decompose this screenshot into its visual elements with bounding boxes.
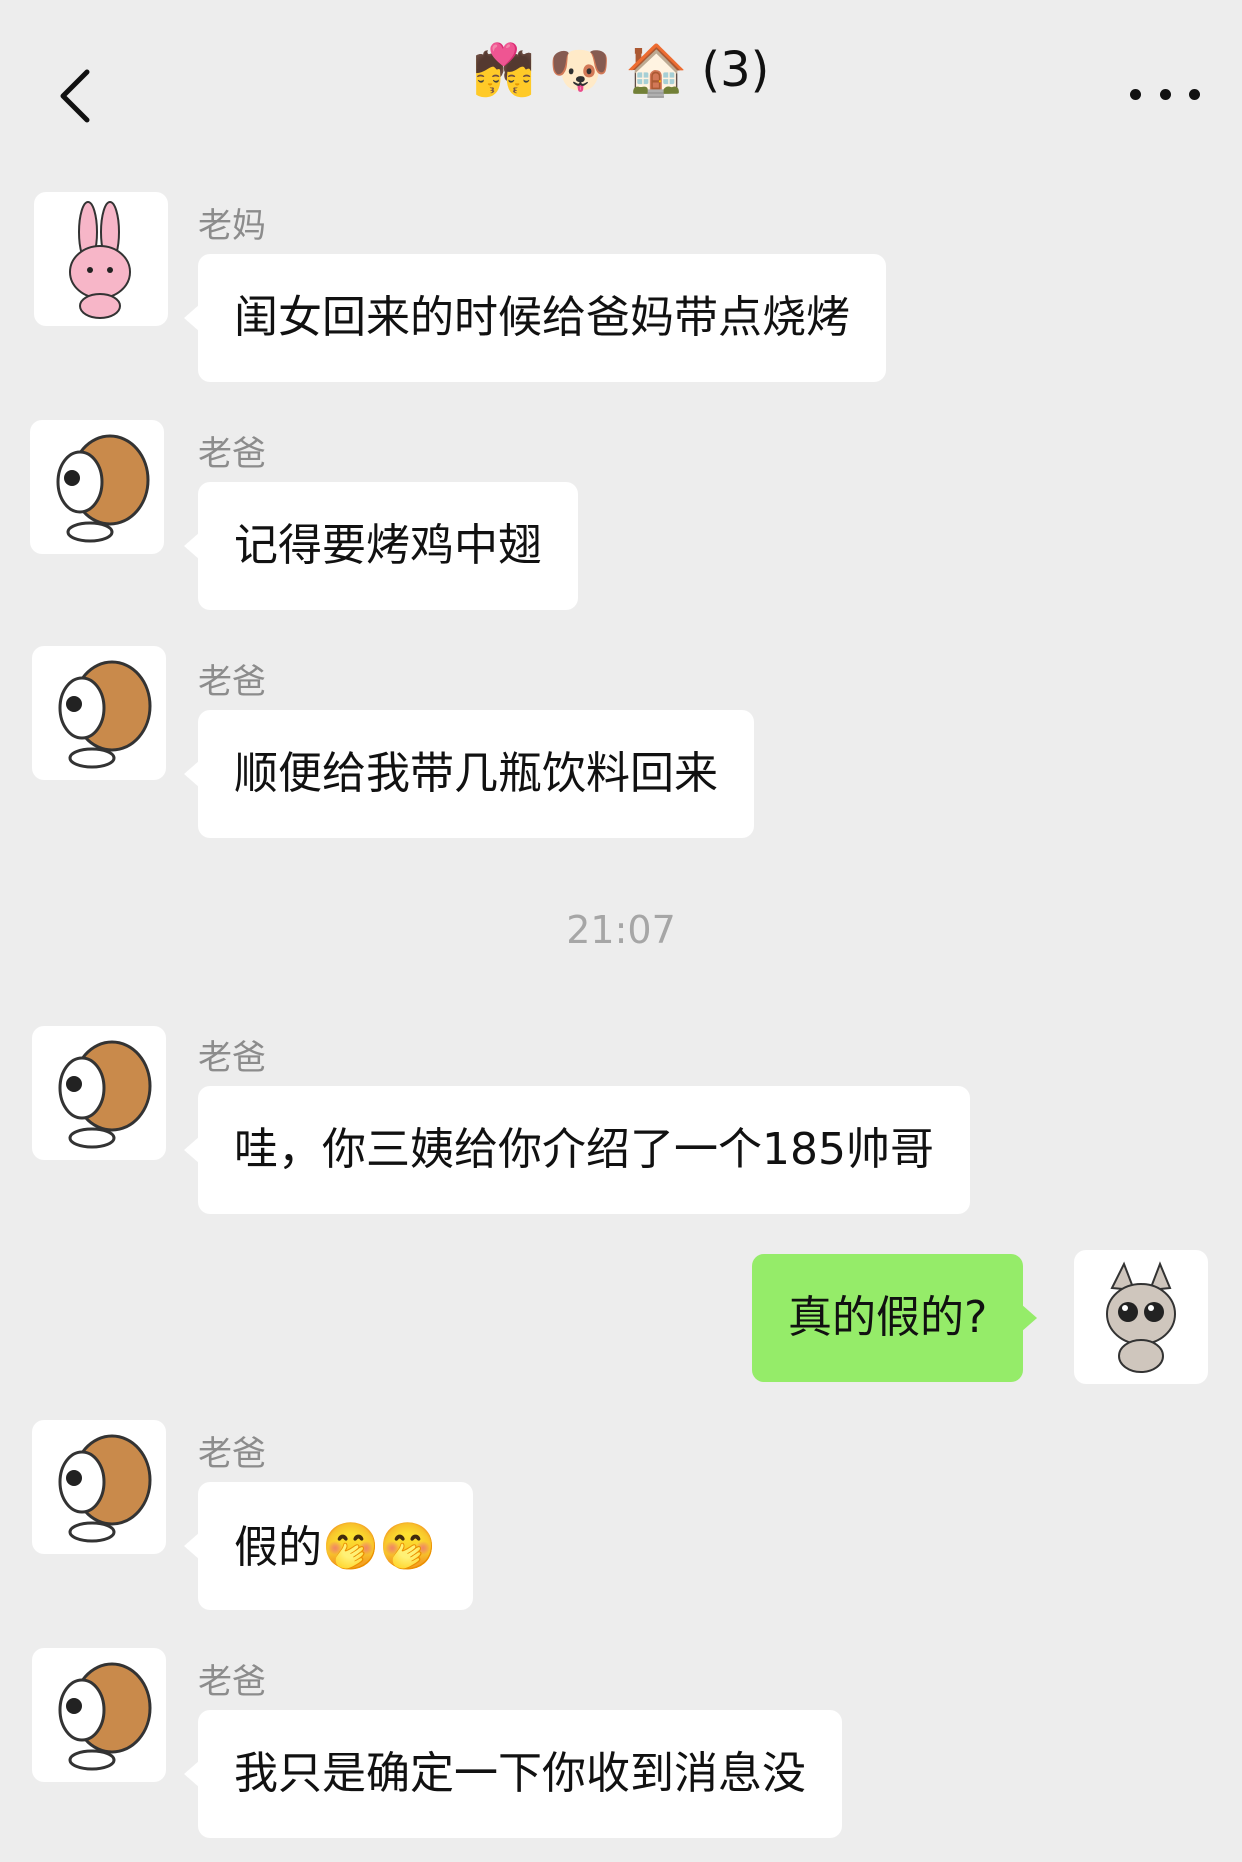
- sender-name: 老爸: [198, 1662, 266, 1702]
- sender-name: 老爸: [198, 434, 266, 474]
- message-bubble[interactable]: 顺便给我带几瓶饮料回来: [184, 710, 754, 838]
- face-with-hand-over-mouth-icon: 🤭: [379, 1519, 437, 1573]
- brown-dog-avatar[interactable]: [32, 646, 166, 780]
- self-message-bubble[interactable]: 真的假的?: [752, 1254, 1038, 1382]
- message-bubble[interactable]: 哇，你三姨给你介绍了一个185帅哥: [184, 1086, 970, 1214]
- brown-dog-avatar[interactable]: [32, 1420, 166, 1554]
- more-options-icon[interactable]: [1130, 74, 1200, 114]
- chat-title: 💏 🐶 🏠 (3): [473, 42, 770, 98]
- sender-name: 老爸: [198, 662, 266, 702]
- message-bubble[interactable]: 假的🤭🤭: [184, 1482, 473, 1610]
- message-bubble[interactable]: 我只是确定一下你收到消息没: [184, 1710, 842, 1838]
- sender-name: 老妈: [198, 206, 266, 246]
- face-with-hand-over-mouth-icon: 🤭: [322, 1519, 380, 1573]
- couple-kiss-icon: 💏: [472, 41, 535, 99]
- member-count: (3): [701, 42, 770, 98]
- message-bubble[interactable]: 记得要烤鸡中翅: [184, 482, 578, 610]
- dog-face-icon: 🐶: [548, 41, 612, 99]
- gray-cat-avatar[interactable]: [1074, 1250, 1208, 1384]
- message-bubble[interactable]: 闺女回来的时候给爸妈带点烧烤: [184, 254, 886, 382]
- brown-dog-avatar[interactable]: [32, 1026, 166, 1160]
- sender-name: 老爸: [198, 1434, 266, 1474]
- house-icon: 🏠: [625, 41, 688, 99]
- pink-bunny-avatar[interactable]: [34, 192, 168, 326]
- timestamp: 21:07: [566, 908, 676, 952]
- sender-name: 老爸: [198, 1038, 266, 1078]
- brown-dog-avatar[interactable]: [30, 420, 164, 554]
- chat-header: 💏 🐶 🏠 (3): [0, 0, 1242, 170]
- message-text: 假的: [234, 1522, 322, 1573]
- brown-dog-avatar[interactable]: [32, 1648, 166, 1782]
- back-icon[interactable]: [52, 66, 96, 126]
